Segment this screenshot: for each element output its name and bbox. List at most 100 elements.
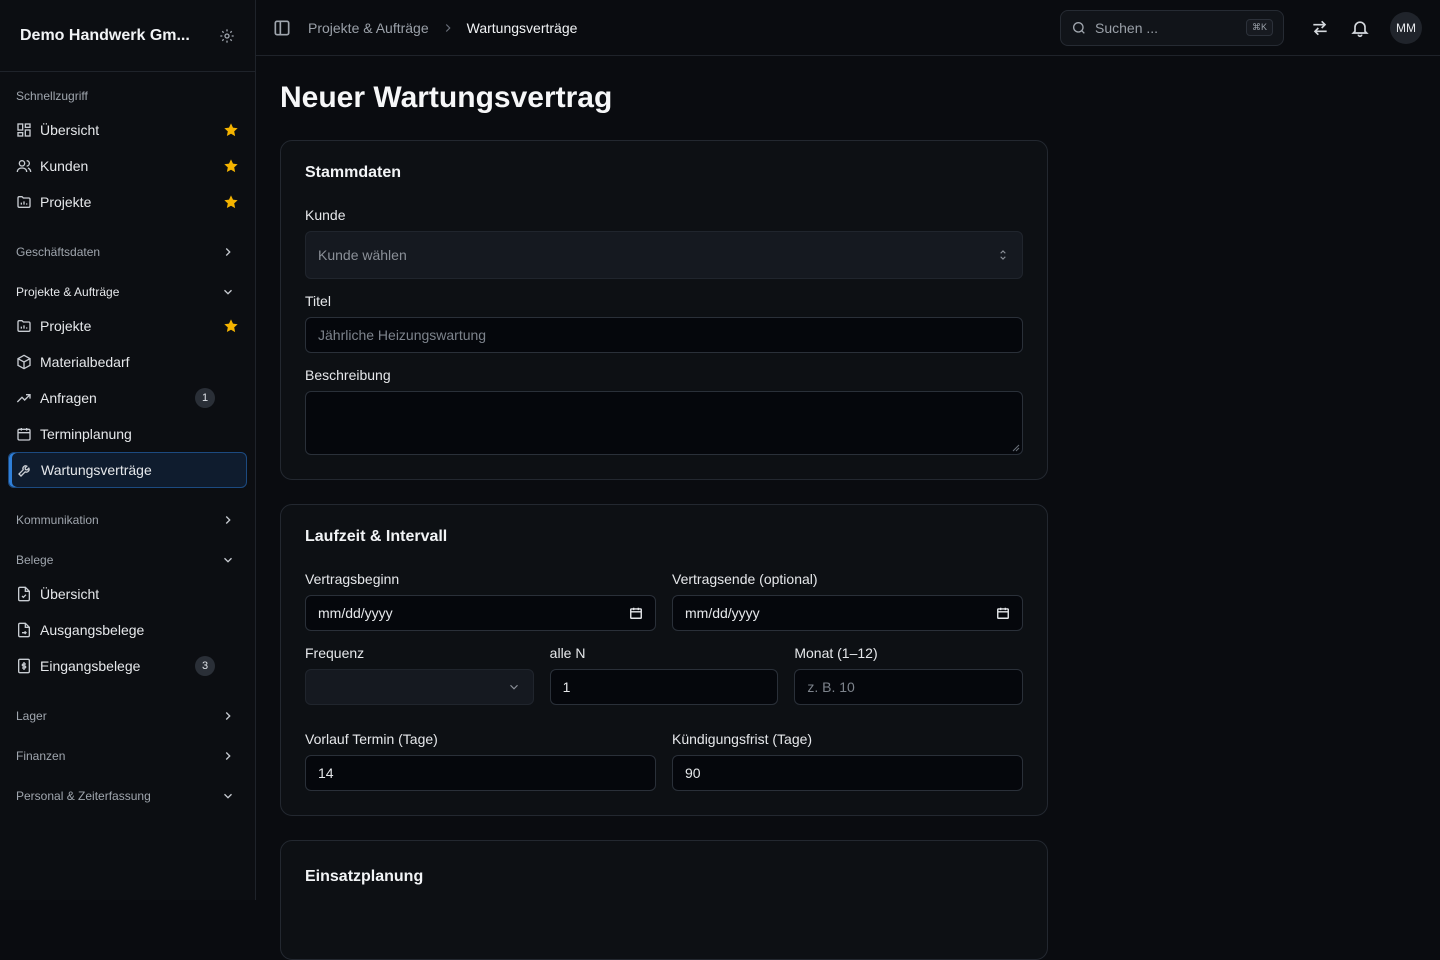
sidebar-toggle-icon[interactable] bbox=[272, 18, 292, 38]
file-check-icon bbox=[16, 586, 32, 602]
field-label: Kunde bbox=[305, 207, 346, 223]
title-input[interactable]: Jährliche Heizungswartung bbox=[305, 317, 1023, 353]
customer-select[interactable]: Kunde wählen bbox=[305, 231, 1023, 279]
file-arrow-icon bbox=[16, 622, 32, 638]
section-quick-access: Schnellzugriff bbox=[8, 88, 247, 104]
field-label: Vertragsbeginn bbox=[305, 571, 400, 587]
sidebar-item-label: Projekte bbox=[40, 318, 92, 334]
chevron-right-icon bbox=[441, 21, 455, 35]
count-badge: 3 bbox=[195, 656, 215, 676]
lead-days-input[interactable]: 14 bbox=[305, 755, 656, 791]
star-icon[interactable] bbox=[223, 194, 239, 210]
chevron-down-icon bbox=[221, 285, 235, 299]
card-term-interval: Laufzeit & Intervall Vertragsbeginn mm/d… bbox=[280, 504, 1048, 816]
field-label: Vorlauf Termin (Tage) bbox=[305, 731, 438, 747]
every-n-value: 1 bbox=[562, 679, 571, 695]
page-title: Neuer Wartungsvertrag bbox=[280, 81, 613, 114]
sidebar-item-customers[interactable]: Kunden bbox=[8, 148, 247, 184]
count-badge: 1 bbox=[195, 388, 215, 408]
notice-days-input[interactable]: 90 bbox=[672, 755, 1023, 791]
trending-up-icon bbox=[16, 390, 32, 406]
section-label: Personal & Zeiterfassung bbox=[16, 789, 151, 803]
date-value: mm/dd/yyyy bbox=[318, 605, 393, 621]
sidebar-item-overview[interactable]: Übersicht bbox=[8, 112, 247, 148]
sidebar-item-material[interactable]: Materialbedarf bbox=[8, 344, 247, 380]
chevron-right-icon bbox=[221, 513, 235, 527]
sidebar-item-label: Materialbedarf bbox=[40, 354, 130, 370]
folder-chart-icon bbox=[16, 194, 32, 210]
section-label: Projekte & Aufträge bbox=[16, 285, 120, 299]
field-label: Kündigungsfrist (Tage) bbox=[672, 731, 813, 747]
company-name[interactable]: Demo Handwerk Gm... bbox=[20, 27, 219, 45]
field-label: Beschreibung bbox=[305, 367, 391, 383]
section-personnel[interactable]: Personal & Zeiterfassung bbox=[8, 788, 247, 804]
sidebar-item-outgoing[interactable]: Ausgangsbelege bbox=[8, 612, 247, 648]
field-customer: Kunde Kunde wählen bbox=[305, 205, 1023, 279]
date-value: mm/dd/yyyy bbox=[685, 605, 760, 621]
section-label: Schnellzugriff bbox=[16, 89, 88, 103]
field-label: Titel bbox=[305, 293, 331, 309]
chevron-down-icon bbox=[507, 680, 521, 694]
field-lead: Vorlauf Termin (Tage) 14 bbox=[305, 729, 656, 791]
bell-icon[interactable] bbox=[1350, 18, 1370, 38]
sidebar-item-projects[interactable]: Projekte bbox=[8, 308, 247, 344]
month-input[interactable]: z. B. 10 bbox=[794, 669, 1024, 705]
sidebar-item-projects-quick[interactable]: Projekte bbox=[8, 184, 247, 220]
star-icon[interactable] bbox=[223, 318, 239, 334]
month-placeholder: z. B. 10 bbox=[807, 679, 855, 695]
sidebar-item-label: Anfragen bbox=[40, 390, 97, 406]
section-finance[interactable]: Finanzen bbox=[8, 748, 247, 764]
start-date-input[interactable]: mm/dd/yyyy bbox=[305, 595, 656, 631]
wrench-icon bbox=[17, 462, 33, 478]
frequency-select[interactable] bbox=[305, 669, 534, 705]
section-documents[interactable]: Belege bbox=[8, 552, 247, 568]
sidebar-item-scheduling[interactable]: Terminplanung bbox=[8, 416, 247, 452]
calendar-icon[interactable] bbox=[996, 606, 1010, 620]
section-communication[interactable]: Kommunikation bbox=[8, 512, 247, 528]
row-frequency: Frequenz alle N 1 Monat (1–12) z. B. 10 bbox=[305, 643, 1024, 705]
sidebar-item-requests[interactable]: Anfragen 1 bbox=[8, 380, 247, 416]
resize-handle-icon[interactable] bbox=[1012, 444, 1020, 452]
sidebar-item-incoming[interactable]: Eingangsbelege 3 bbox=[8, 648, 247, 684]
field-end: Vertragsende (optional) mm/dd/yyyy bbox=[672, 569, 1023, 631]
search-input[interactable]: Suchen ... ⌘K bbox=[1060, 9, 1284, 46]
field-label: Frequenz bbox=[305, 645, 365, 661]
chevron-up-down-icon bbox=[996, 248, 1010, 262]
field-description: Beschreibung bbox=[305, 365, 1023, 455]
field-title: Titel Jährliche Heizungswartung bbox=[305, 291, 1023, 353]
section-business-data[interactable]: Geschäftsdaten bbox=[8, 244, 247, 260]
switch-arrows-icon[interactable] bbox=[1310, 18, 1330, 38]
sidebar-item-maintenance-contracts[interactable]: Wartungsverträge bbox=[8, 452, 247, 488]
receipt-dollar-icon bbox=[16, 658, 32, 674]
field-every-n: alle N 1 bbox=[549, 643, 779, 705]
end-date-input[interactable]: mm/dd/yyyy bbox=[672, 595, 1023, 631]
sidebar-item-label: Kunden bbox=[40, 158, 89, 174]
field-notice: Kündigungsfrist (Tage) 90 bbox=[672, 729, 1023, 791]
description-textarea[interactable] bbox=[305, 391, 1023, 455]
sidebar-item-label: Übersicht bbox=[40, 122, 100, 138]
gear-icon[interactable] bbox=[219, 28, 235, 44]
search-icon bbox=[1071, 20, 1087, 36]
package-icon bbox=[16, 354, 32, 370]
row-lead-notice: Vorlauf Termin (Tage) 14 Kündigungsfrist… bbox=[305, 729, 1023, 791]
shortcut-hint: ⌘K bbox=[1245, 19, 1273, 36]
star-icon[interactable] bbox=[223, 158, 239, 174]
sidebar-nav: Schnellzugriff Übersicht Kunden Projekte… bbox=[0, 72, 255, 804]
calendar-icon[interactable] bbox=[629, 606, 643, 620]
sidebar-item-documents-overview[interactable]: Übersicht bbox=[8, 576, 247, 612]
section-label: Lager bbox=[16, 709, 47, 723]
section-stock[interactable]: Lager bbox=[8, 708, 247, 724]
field-start: Vertragsbeginn mm/dd/yyyy bbox=[305, 569, 656, 631]
section-label: Belege bbox=[16, 553, 54, 567]
notice-days-value: 90 bbox=[685, 765, 701, 781]
company-header: Demo Handwerk Gm... bbox=[0, 0, 255, 72]
chevron-right-icon bbox=[221, 749, 235, 763]
breadcrumb-projects[interactable]: Projekte & Aufträge bbox=[308, 20, 429, 36]
grid-icon bbox=[16, 122, 32, 138]
avatar[interactable]: MM bbox=[1390, 11, 1422, 44]
star-icon[interactable] bbox=[223, 122, 239, 138]
field-frequency: Frequenz bbox=[305, 643, 534, 705]
search-placeholder: Suchen ... bbox=[1095, 19, 1159, 36]
every-n-input[interactable]: 1 bbox=[549, 669, 779, 705]
section-projects-orders[interactable]: Projekte & Aufträge bbox=[8, 284, 247, 300]
